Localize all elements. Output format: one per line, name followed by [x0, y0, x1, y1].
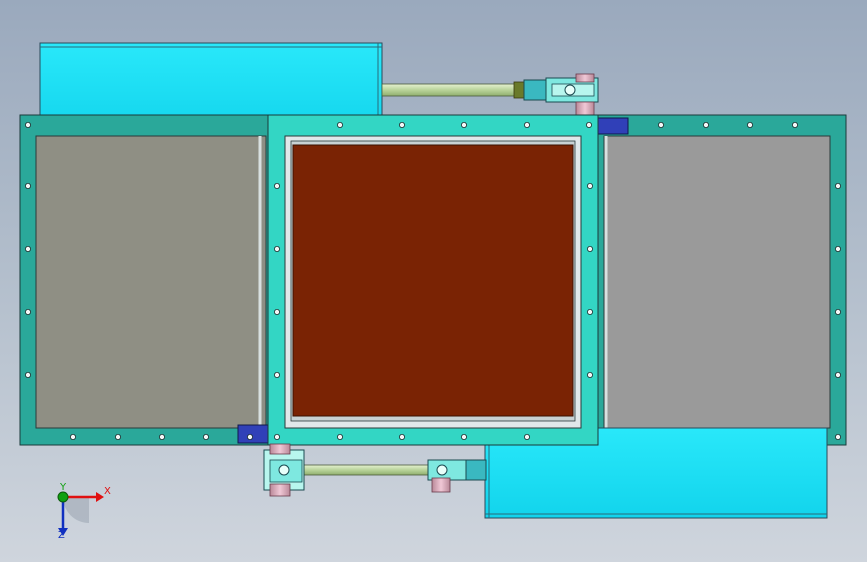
bolt-hole — [747, 122, 754, 129]
bolt-hole — [24, 182, 31, 189]
bolt-hole — [658, 122, 665, 129]
damper-assembly-drawing[interactable] — [0, 0, 867, 562]
bolt-hole — [835, 182, 842, 189]
z-axis-label: Z — [58, 530, 65, 541]
x-axis-arrowhead — [96, 492, 104, 502]
bolt-hole — [524, 122, 531, 129]
bolt-hole — [336, 433, 343, 440]
bolt-hole — [273, 371, 280, 378]
bolt-hole — [587, 308, 594, 315]
bolt-hole — [70, 433, 77, 440]
upper-actuator-rod — [381, 81, 525, 99]
bolt-hole — [398, 433, 405, 440]
bolt-hole — [835, 433, 842, 440]
bolt-hole — [587, 245, 594, 252]
bolt-hole — [835, 245, 842, 252]
bolt-hole — [273, 182, 280, 189]
bolt-hole — [202, 433, 209, 440]
bolt-hole — [24, 308, 31, 315]
cad-viewport[interactable]: X Y Z — [0, 0, 867, 562]
bolt-hole — [524, 433, 531, 440]
upper-clevis-linkage — [523, 73, 599, 117]
left-duct-flange — [19, 114, 271, 446]
bolt-hole — [460, 122, 467, 129]
y-axis-label: Y — [60, 482, 67, 493]
bolt-hole — [24, 245, 31, 252]
bolt-hole — [587, 182, 594, 189]
bolt-hole — [273, 245, 280, 252]
bolt-hole — [24, 371, 31, 378]
bolt-hole — [158, 433, 165, 440]
damper-blade — [292, 144, 574, 417]
lower-actuator-rod — [299, 464, 433, 476]
bolt-hole — [587, 371, 594, 378]
bolt-hole — [246, 433, 253, 440]
bolt-hole — [835, 371, 842, 378]
x-axis-label: X — [104, 486, 111, 497]
right-duct-flange — [597, 114, 847, 446]
bolt-hole — [460, 433, 467, 440]
bolt-hole — [703, 122, 710, 129]
bolt-hole — [115, 433, 122, 440]
y-axis-dot — [57, 491, 69, 503]
bolt-hole — [586, 122, 593, 129]
bolt-hole — [273, 433, 280, 440]
bolt-hole — [273, 308, 280, 315]
bolt-hole — [792, 122, 799, 129]
bolt-hole — [24, 122, 31, 129]
bolt-hole — [336, 122, 343, 129]
center-damper-frame — [267, 114, 599, 446]
bolt-hole — [835, 308, 842, 315]
bolt-hole — [398, 122, 405, 129]
